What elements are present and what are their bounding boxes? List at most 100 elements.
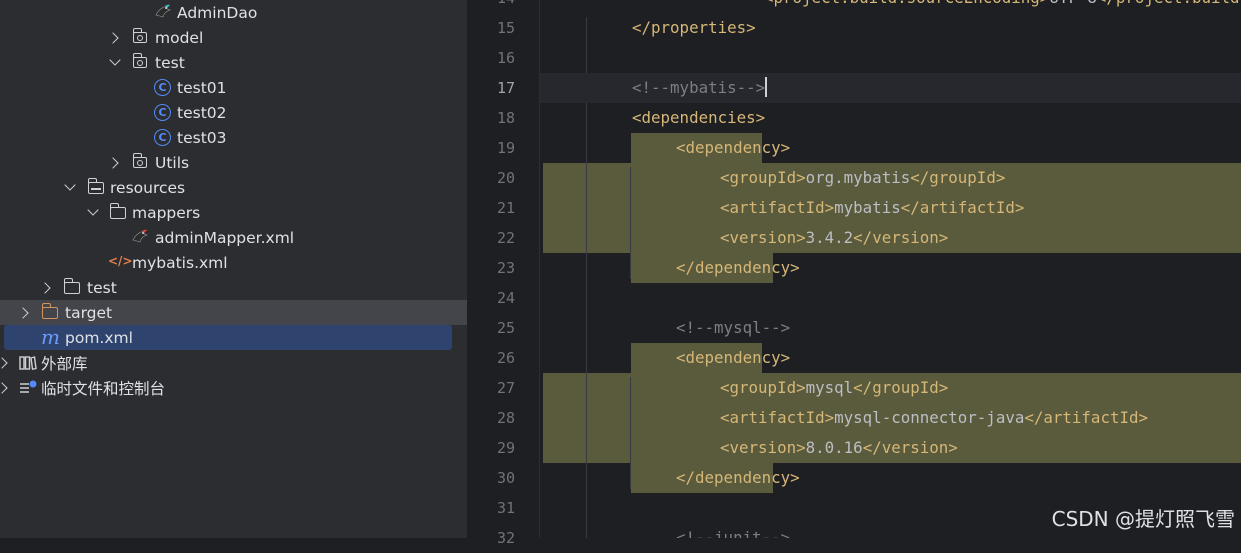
code-tag: </groupId>	[910, 168, 1006, 187]
code-line[interactable]: </dependency>	[540, 253, 1241, 283]
code-line[interactable]	[540, 43, 1241, 73]
tree-item-label: pom.xml	[65, 328, 133, 347]
code-text: UTF-8	[1049, 0, 1097, 7]
code-tag: <project.build.sourceEncoding>	[764, 0, 1049, 7]
tree-item-pom[interactable]: m pom.xml	[4, 325, 452, 350]
line-number: 14	[467, 0, 515, 13]
code-tag: <artifactId>	[720, 198, 835, 217]
tree-item-label: 临时文件和控制台	[41, 379, 166, 398]
code-line[interactable]: <version>3.4.2</version>	[540, 223, 1241, 253]
class-icon: C	[154, 104, 171, 121]
code-tag: <version>	[720, 438, 806, 457]
line-number: 16	[496, 49, 515, 67]
tree-item-utils[interactable]: Utils	[0, 150, 467, 175]
tree-item-label: test03	[177, 128, 227, 147]
tree-item-label: mappers	[132, 203, 201, 222]
class-icon: C	[154, 129, 171, 146]
line-number: 32	[496, 529, 515, 547]
library-icon	[19, 356, 37, 371]
chevron-down-icon[interactable]	[64, 179, 76, 191]
code-tag: <groupId>	[720, 168, 806, 187]
package-icon	[132, 153, 147, 168]
tree-item-test03[interactable]: C test03	[0, 125, 467, 150]
code-line[interactable]: <groupId>mysql</groupId>	[540, 373, 1241, 403]
tree-item-test01[interactable]: C test01	[0, 75, 467, 100]
tree-item-mappers[interactable]: mappers	[0, 200, 467, 225]
scratches-icon	[20, 380, 37, 393]
code-line[interactable]: </dependency>	[540, 463, 1241, 493]
chevron-right-icon[interactable]	[0, 357, 8, 369]
line-number: 28	[496, 409, 515, 427]
line-number: 31	[496, 499, 515, 517]
code-line[interactable]: <!--mysql-->	[540, 313, 1241, 343]
maven-icon: m	[41, 325, 60, 349]
editor-code-area[interactable]: <project.build.sourceEncoding>UTF-8 </pro…	[540, 0, 1241, 538]
code-line[interactable]: </properties>	[540, 13, 1241, 43]
code-line[interactable]: <dependency>	[540, 133, 1241, 163]
code-tag: </version>	[862, 438, 958, 457]
code-line[interactable]: <dependency>	[540, 343, 1241, 373]
chevron-right-icon[interactable]	[39, 282, 51, 294]
tree-item-target[interactable]: target	[0, 300, 467, 325]
tree-item-label: target	[65, 303, 113, 322]
code-tag: </properties>	[632, 18, 756, 37]
folder-icon	[109, 203, 126, 219]
code-line[interactable]: <project.build.sourceEncoding>UTF-8</pro…	[540, 0, 1241, 13]
chevron-right-icon[interactable]	[107, 32, 119, 44]
tree-item-model[interactable]: model	[0, 25, 467, 50]
tree-item-scratches[interactable]: 临时文件和控制台	[0, 375, 467, 400]
tree-item-external-libs[interactable]: 外部库	[0, 350, 467, 375]
code-line[interactable]: <dependencies>	[540, 103, 1241, 133]
line-number: 23	[496, 259, 515, 277]
chevron-right-icon[interactable]	[0, 382, 8, 394]
class-icon: C	[154, 79, 171, 96]
code-tag: </dependency>	[676, 258, 800, 277]
chevron-right-icon[interactable]	[107, 157, 119, 169]
line-number: 30	[496, 469, 515, 487]
chevron-down-icon[interactable]	[87, 204, 99, 216]
chevron-right-icon[interactable]	[17, 307, 29, 319]
code-line[interactable]: <artifactId>mysql-connector-java</artifa…	[540, 403, 1241, 433]
mybatis-bird-icon	[155, 4, 172, 18]
tree-item-mybatis-xml[interactable]: </> mybatis.xml	[0, 250, 467, 275]
tree-item-label: mybatis.xml	[132, 253, 228, 272]
code-text: 3.4.2	[805, 228, 854, 247]
code-line[interactable]: <artifactId>mybatis</artifactId>	[540, 193, 1241, 223]
code-tag: <artifactId>	[720, 408, 835, 427]
excluded-folder-icon	[41, 303, 58, 319]
tree-item-admindao[interactable]: AdminDao	[0, 0, 467, 25]
chevron-down-icon[interactable]	[109, 54, 121, 66]
code-tag: </version>	[853, 228, 949, 247]
code-text: mysql	[805, 378, 854, 397]
tree-item-test02[interactable]: C test02	[0, 100, 467, 125]
mybatis-bird-icon	[132, 229, 149, 243]
line-number: 18	[496, 109, 515, 127]
package-icon	[132, 53, 147, 68]
code-tag: <dependency>	[676, 348, 791, 367]
code-line[interactable]: <version>8.0.16</version>	[540, 433, 1241, 463]
code-line[interactable]: <!--mybatis-->	[540, 73, 1241, 103]
tree-item-test-dir[interactable]: test	[0, 275, 467, 300]
tree-item-label: 外部库	[41, 354, 88, 373]
project-tree-panel: AdminDao model test C test01 C test02 C …	[0, 0, 467, 538]
line-number: 17	[496, 79, 515, 97]
line-number: 29	[496, 439, 515, 457]
tree-item-label: test	[155, 53, 185, 72]
tree-item-adminmapper[interactable]: adminMapper.xml	[0, 225, 467, 250]
code-line[interactable]	[540, 283, 1241, 313]
text-caret	[765, 77, 767, 97]
line-number: 27	[496, 379, 515, 397]
watermark: CSDN @提灯照飞雪	[1051, 507, 1235, 531]
line-number: 21	[496, 199, 515, 217]
code-text: mybatis	[834, 198, 901, 217]
tree-item-label: test01	[177, 78, 227, 97]
code-tag: <dependency>	[676, 138, 791, 157]
code-line[interactable]: <groupId>org.mybatis</groupId>	[540, 163, 1241, 193]
code-comment: <!--mybatis-->	[632, 78, 766, 97]
package-icon	[132, 28, 147, 43]
tree-item-test-pkg[interactable]: test	[0, 50, 467, 75]
code-tag: </dependency>	[676, 468, 800, 487]
code-text: 8.0.16	[805, 438, 863, 457]
code-tag: <dependencies>	[632, 108, 766, 127]
tree-item-resources[interactable]: resources	[0, 175, 467, 200]
